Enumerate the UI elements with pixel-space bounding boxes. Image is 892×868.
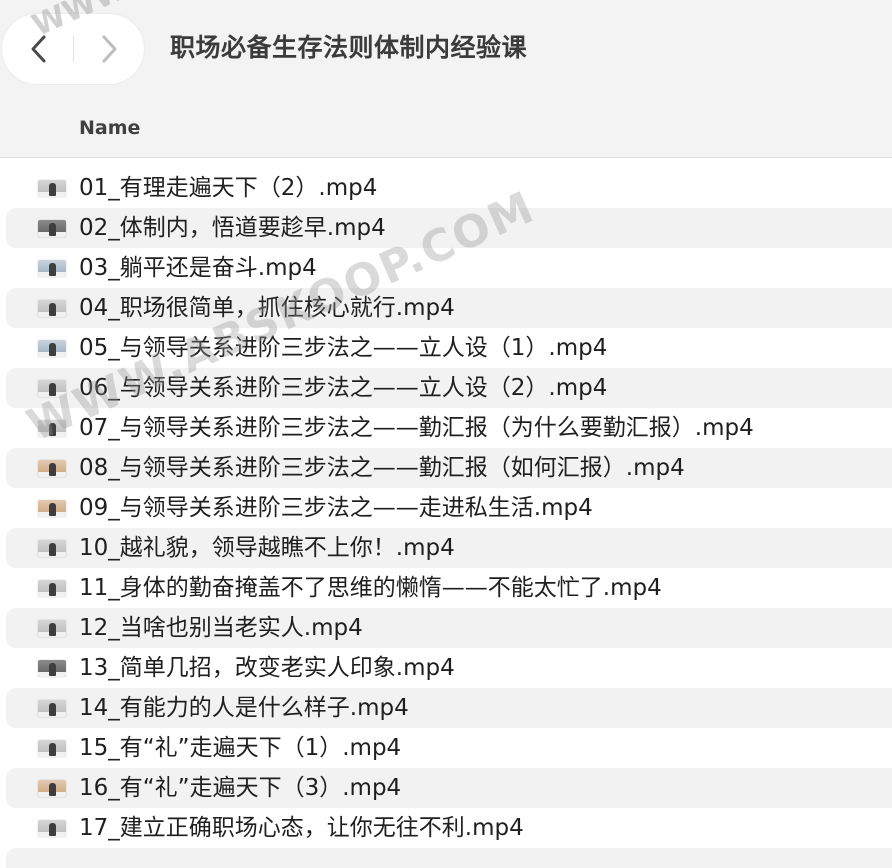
thumbnail-figure [49, 423, 56, 436]
toolbar: 职场必备生存法则体制内经验课 [0, 0, 892, 100]
file-name: 16_有“礼”走遍天下（3）.mp4 [79, 775, 402, 801]
thumbnail-figure [49, 623, 56, 636]
forward-button[interactable] [74, 14, 144, 84]
file-name: 08_与领导关系进阶三步法之——勤汇报（如何汇报）.mp4 [79, 455, 685, 481]
file-name: 15_有“礼”走遍天下（1）.mp4 [79, 735, 402, 761]
file-name: 01_有理走遍天下（2）.mp4 [79, 175, 378, 201]
thumbnail-figure [49, 383, 56, 396]
file-row[interactable]: 16_有“礼”走遍天下（3）.mp4 [6, 768, 892, 808]
thumbnail-figure [49, 263, 56, 276]
file-name: 03_躺平还是奋斗.mp4 [79, 255, 317, 281]
thumbnail-figure [49, 303, 56, 316]
video-thumbnail-icon [38, 820, 66, 837]
video-thumbnail-icon [38, 220, 66, 237]
thumbnail-figure [49, 663, 56, 676]
back-button[interactable] [4, 14, 74, 84]
video-thumbnail-icon [38, 180, 66, 197]
video-thumbnail-icon [38, 660, 66, 677]
file-name: 14_有能力的人是什么样子.mp4 [79, 695, 409, 721]
file-row[interactable]: 05_与领导关系进阶三步法之——立人设（1）.mp4 [6, 328, 892, 368]
video-thumbnail-icon [38, 500, 66, 517]
file-row[interactable]: 11_身体的勤奋掩盖不了思维的懒惰——不能太忙了.mp4 [6, 568, 892, 608]
file-row[interactable]: 07_与领导关系进阶三步法之——勤汇报（为什么要勤汇报）.mp4 [6, 408, 892, 448]
file-row[interactable]: 10_越礼貌，领导越瞧不上你！.mp4 [6, 528, 892, 568]
file-row[interactable]: 04_职场很简单，抓住核心就行.mp4 [6, 288, 892, 328]
file-row[interactable]: 17_建立正确职场心态，让你无往不利.mp4 [6, 808, 892, 848]
file-row[interactable]: 12_当啥也别当老实人.mp4 [6, 608, 892, 648]
thumbnail-figure [49, 223, 56, 236]
column-header-name[interactable]: Name [79, 117, 140, 139]
file-name: 17_建立正确职场心态，让你无往不利.mp4 [79, 815, 524, 841]
file-name: 07_与领导关系进阶三步法之——勤汇报（为什么要勤汇报）.mp4 [79, 415, 754, 441]
video-thumbnail-icon [38, 780, 66, 797]
thumbnail-figure [49, 463, 56, 476]
video-thumbnail-icon [38, 460, 66, 477]
chevron-left-icon [31, 35, 46, 63]
file-name: 10_越礼貌，领导越瞧不上你！.mp4 [79, 535, 455, 561]
file-row[interactable]: 13_简单几招，改变老实人印象.mp4 [6, 648, 892, 688]
window-title: 职场必备生存法则体制内经验课 [170, 33, 528, 62]
file-name: 02_体制内，悟道要趁早.mp4 [79, 215, 386, 241]
video-thumbnail-icon [38, 420, 66, 437]
column-header: Name [0, 100, 892, 158]
file-row[interactable]: 08_与领导关系进阶三步法之——勤汇报（如何汇报）.mp4 [6, 448, 892, 488]
file-list: 01_有理走遍天下（2）.mp4 02_体制内，悟道要趁早.mp4 03_躺平还是奋… [0, 168, 892, 848]
navigation-buttons [2, 14, 144, 84]
file-name: 06_与领导关系进阶三步法之——立人设（2）.mp4 [79, 375, 608, 401]
video-thumbnail-icon [38, 580, 66, 597]
thumbnail-figure [49, 343, 56, 356]
list-row-partial [6, 848, 892, 868]
file-name: 04_职场很简单，抓住核心就行.mp4 [79, 295, 455, 321]
file-row[interactable]: 01_有理走遍天下（2）.mp4 [6, 168, 892, 208]
thumbnail-figure [49, 503, 56, 516]
thumbnail-figure [49, 823, 56, 836]
video-thumbnail-icon [38, 300, 66, 317]
thumbnail-figure [49, 703, 56, 716]
file-row[interactable]: 03_躺平还是奋斗.mp4 [6, 248, 892, 288]
file-name: 05_与领导关系进阶三步法之——立人设（1）.mp4 [79, 335, 608, 361]
file-row[interactable]: 09_与领导关系进阶三步法之——走进私生活.mp4 [6, 488, 892, 528]
video-thumbnail-icon [38, 380, 66, 397]
file-row[interactable]: 02_体制内，悟道要趁早.mp4 [6, 208, 892, 248]
video-thumbnail-icon [38, 620, 66, 637]
thumbnail-figure [49, 783, 56, 796]
video-thumbnail-icon [38, 340, 66, 357]
video-thumbnail-icon [38, 740, 66, 757]
video-thumbnail-icon [38, 540, 66, 557]
video-thumbnail-icon [38, 700, 66, 717]
file-name: 12_当啥也别当老实人.mp4 [79, 615, 363, 641]
chevron-right-icon [102, 35, 117, 63]
file-row[interactable]: 14_有能力的人是什么样子.mp4 [6, 688, 892, 728]
thumbnail-figure [49, 743, 56, 756]
file-row[interactable]: 15_有“礼”走遍天下（1）.mp4 [6, 728, 892, 768]
file-row[interactable]: 06_与领导关系进阶三步法之——立人设（2）.mp4 [6, 368, 892, 408]
video-thumbnail-icon [38, 260, 66, 277]
finder-window: 职场必备生存法则体制内经验课 Name 01_有理走遍天下（2）.mp4 02_体… [0, 0, 892, 868]
file-name: 11_身体的勤奋掩盖不了思维的懒惰——不能太忙了.mp4 [79, 575, 662, 601]
file-name: 09_与领导关系进阶三步法之——走进私生活.mp4 [79, 495, 593, 521]
thumbnail-figure [49, 583, 56, 596]
thumbnail-figure [49, 183, 56, 196]
file-name: 13_简单几招，改变老实人印象.mp4 [79, 655, 455, 681]
thumbnail-figure [49, 543, 56, 556]
